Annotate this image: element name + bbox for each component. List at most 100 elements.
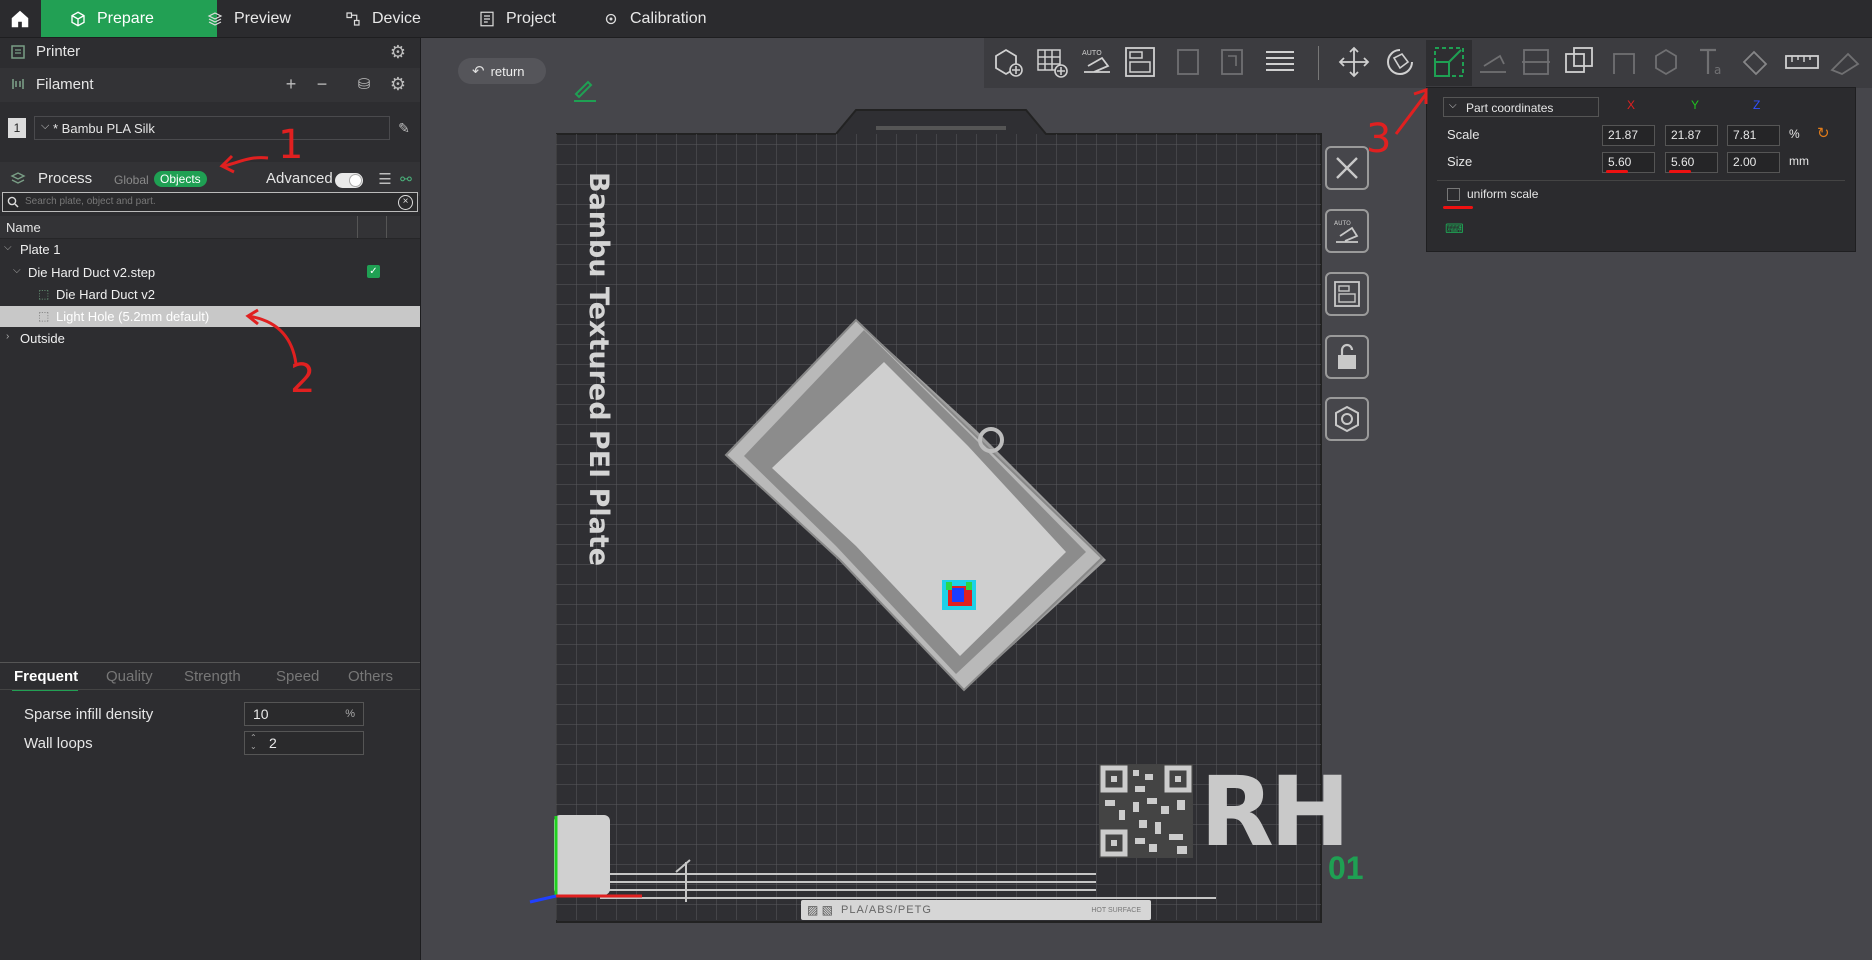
global-toggle[interactable]: Global — [114, 173, 149, 187]
tree-header: Name — [0, 216, 420, 239]
walls-value: 2 — [269, 735, 277, 751]
filament-index: 1 — [8, 118, 26, 138]
walls-stepper[interactable]: ⌃ ⌄ 2 — [244, 731, 364, 755]
search-placeholder: Search plate, object and part. — [25, 196, 156, 207]
search-icon — [7, 196, 19, 208]
boolean-icon[interactable] — [1562, 44, 1598, 80]
gear-icon[interactable]: ⚙ — [388, 42, 408, 62]
rotate-icon[interactable] — [1382, 44, 1418, 80]
tab-quality[interactable]: Quality — [106, 668, 153, 685]
cut-icon[interactable] — [1518, 44, 1554, 80]
scale-tool-active[interactable] — [1426, 40, 1472, 86]
lay-on-face-icon[interactable] — [1474, 44, 1510, 80]
list-icon[interactable]: ☰ — [375, 169, 395, 189]
part-icon: ⬚ — [38, 309, 50, 323]
infill-value: 10 — [253, 706, 269, 722]
compare-icon[interactable]: ⚯ — [396, 169, 416, 189]
chevron-down-icon[interactable]: ⌵ — [13, 265, 21, 276]
hexagon-icon — [1335, 405, 1359, 433]
close-icon — [1336, 157, 1358, 179]
view-toolbar: AUTO a — [984, 38, 1872, 88]
color-paint-icon[interactable] — [1738, 44, 1774, 80]
tree-part[interactable]: Die Hard Duct v2 — [56, 287, 155, 302]
remove-icon[interactable]: − — [312, 74, 332, 94]
edit-icon[interactable]: ✎ — [394, 118, 414, 138]
size-z-input[interactable]: 2.00 — [1727, 152, 1780, 173]
plate-footer: ▨ ▧ PLA/ABS/PETG HOT SURFACE — [801, 900, 1151, 920]
gear-icon[interactable]: ⚙ — [388, 74, 408, 94]
tab-frequent[interactable]: Frequent — [14, 668, 78, 685]
checkbox-checked[interactable]: ✓ — [367, 265, 380, 278]
scale-y-input[interactable]: 21.87 — [1665, 125, 1718, 146]
home-icon — [11, 10, 29, 27]
plate-number[interactable]: 01 — [1328, 850, 1364, 887]
tab-calibration[interactable]: Calibration — [574, 0, 734, 37]
size-unit: mm — [1789, 154, 1809, 168]
part-icon: ⬚ — [38, 287, 50, 301]
home-button[interactable] — [0, 0, 40, 37]
size-y-value: 5.60 — [1671, 155, 1695, 169]
filament-icon — [12, 79, 24, 89]
support-paint-icon[interactable] — [1606, 44, 1642, 80]
uniform-scale-checkbox[interactable] — [1447, 188, 1460, 201]
tree-outside[interactable]: Outside — [20, 331, 65, 346]
arrange-icon[interactable] — [1122, 44, 1158, 80]
seam-paint-icon[interactable] — [1650, 44, 1686, 80]
return-button[interactable]: ↶ return — [458, 58, 546, 84]
annotation-3: 3 — [1366, 116, 1392, 162]
annotation-1: 1 — [278, 122, 304, 168]
tab-others[interactable]: Others — [348, 668, 393, 685]
infill-input[interactable]: 10 % — [244, 702, 364, 726]
tree-part-selected: Light Hole (5.2mm default) — [56, 309, 210, 324]
tree-plate[interactable]: Plate 1 — [20, 242, 60, 257]
text-icon[interactable]: a — [1694, 44, 1730, 80]
coordinates-dropdown[interactable]: ⌵ Part coordinates — [1443, 97, 1599, 117]
coordinates-label: Part coordinates — [1466, 101, 1554, 115]
chevron-down-icon[interactable]: ⌵ — [4, 242, 12, 253]
tab-label: Project — [506, 9, 556, 27]
add-plate-icon[interactable] — [1034, 44, 1070, 80]
annotation-arrow-3 — [1394, 87, 1428, 135]
add-icon[interactable]: + — [281, 74, 301, 94]
layers-icon[interactable] — [1262, 44, 1298, 80]
tree-object[interactable]: Die Hard Duct v2.step — [28, 265, 155, 280]
split-parts-icon[interactable] — [1214, 44, 1250, 80]
search-input[interactable]: Search plate, object and part. × — [2, 192, 418, 212]
tab-strength[interactable]: Strength — [184, 668, 241, 685]
auto-orient-icon[interactable]: AUTO — [1078, 44, 1114, 80]
close-gizmo-button[interactable] — [1325, 146, 1369, 190]
3d-object[interactable] — [716, 318, 1116, 698]
move-icon[interactable] — [1336, 44, 1372, 80]
tab-device[interactable]: Device — [316, 0, 449, 37]
split-objects-icon[interactable] — [1170, 44, 1206, 80]
top-toolbar: Prepare Preview Device Project Calibrati… — [0, 0, 1872, 38]
advanced-toggle[interactable] — [335, 173, 363, 188]
scale-x-input[interactable]: 21.87 — [1602, 125, 1655, 146]
assembly-icon[interactable] — [1828, 44, 1864, 80]
tree-row-selected[interactable]: ⬚ Light Hole (5.2mm default) — [0, 306, 420, 327]
tab-speed[interactable]: Speed — [276, 668, 319, 685]
objects-toggle[interactable]: Objects — [154, 171, 207, 187]
scale-z-input[interactable]: 7.81 — [1727, 125, 1780, 146]
annotation-2: 2 — [290, 356, 316, 402]
measure-icon[interactable] — [1784, 44, 1820, 80]
plate-settings-button[interactable] — [1325, 397, 1369, 441]
reset-icon[interactable]: ↻ — [1817, 124, 1830, 142]
arrange-side-button[interactable] — [1325, 272, 1369, 316]
stepper-arrows-icon[interactable]: ⌃ ⌄ — [250, 733, 257, 751]
red-underline — [1443, 206, 1473, 209]
filament-sync-icon[interactable]: ⛁ — [354, 74, 374, 94]
clear-icon[interactable]: × — [398, 195, 413, 210]
printer-section[interactable]: Printer ⚙ — [0, 38, 420, 66]
tab-project[interactable]: Project — [450, 0, 584, 37]
calibration-icon — [605, 13, 617, 24]
tab-preview[interactable]: Preview — [178, 0, 319, 37]
chevron-right-icon[interactable]: › — [6, 331, 9, 342]
scale-panel: ⌵ Part coordinates X Y Z Scale 21.87 21.… — [1426, 87, 1856, 252]
keyboard-icon[interactable]: ⌨ — [1445, 221, 1464, 237]
add-cube-icon[interactable] — [990, 44, 1026, 80]
pen-icon[interactable] — [570, 74, 600, 104]
auto-orient-side-button[interactable]: AUTO — [1325, 209, 1369, 253]
filament-label: Filament — [36, 76, 94, 93]
lock-button[interactable] — [1325, 335, 1369, 379]
